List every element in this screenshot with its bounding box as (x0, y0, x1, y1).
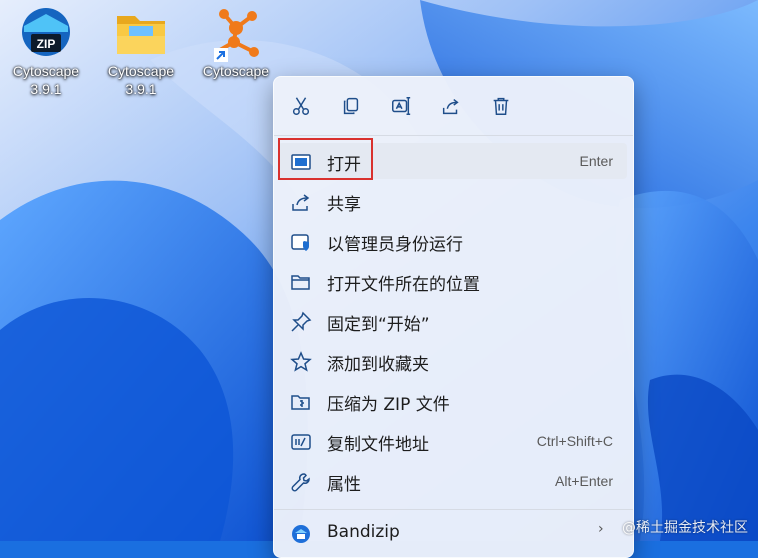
zip-badge-text: ZIP (37, 37, 56, 51)
submenu-chevron-icon: › (598, 521, 604, 537)
rename-button[interactable] (388, 93, 414, 119)
share-icon (442, 98, 459, 115)
menu-item-compress-zip[interactable]: 压缩为 ZIP 文件 (278, 383, 627, 419)
menu-item-shortcut: Ctrl+Shift+C (536, 433, 613, 449)
desktop-icon-label-version: 3.9.1 (125, 81, 157, 97)
zip-folder-icon (290, 391, 312, 413)
delete-button[interactable] (488, 93, 514, 119)
menu-item-label: 压缩为 ZIP 文件 (327, 395, 450, 415)
desktop-icon-cytoscape-zip[interactable]: ZIP Cytoscape 3.9.1 (4, 0, 88, 98)
copy-icon (343, 97, 359, 115)
wrench-icon (290, 471, 312, 493)
menu-divider (274, 509, 633, 510)
desktop-icon-label-name: Cytoscape (12, 63, 80, 79)
desktop-icon-label-name: Cytoscape (202, 63, 270, 79)
desktop-icon-cytoscape-folder[interactable]: Cytoscape 3.9.1 (99, 0, 183, 98)
copy-button[interactable] (338, 93, 364, 119)
menu-item-run-as-admin[interactable]: 以管理员身份运行 (278, 223, 627, 259)
watermark-text: @稀土掘金技术社区 (622, 520, 748, 536)
menu-item-add-to-favorites[interactable]: 添加到收藏夹 (278, 343, 627, 379)
desktop-icon-label-name: Cytoscape (107, 63, 175, 79)
delete-icon (493, 97, 509, 115)
share-icon (290, 191, 312, 213)
annotation-highlight-box (278, 138, 373, 180)
menu-item-pin-to-start[interactable]: 固定到“开始” (278, 303, 627, 339)
menu-item-label: Bandizip (327, 522, 400, 542)
menu-item-properties[interactable]: 属性 Alt+Enter (278, 463, 627, 499)
menu-item-label: 添加到收藏夹 (327, 355, 429, 375)
menu-item-label: 复制文件地址 (327, 435, 429, 455)
folder-outline-icon (290, 271, 312, 293)
pin-icon (290, 311, 312, 333)
menu-item-open-file-location[interactable]: 打开文件所在的位置 (278, 263, 627, 299)
zip-archive-icon: ZIP (18, 6, 74, 62)
menu-item-shortcut: Alt+Enter (555, 473, 613, 489)
star-icon (290, 351, 312, 373)
menu-item-label: 打开文件所在的位置 (327, 275, 480, 295)
cut-button[interactable] (288, 93, 314, 119)
menu-item-label: 共享 (327, 195, 361, 215)
menu-item-share[interactable]: 共享 (278, 183, 627, 219)
menu-item-label: 以管理员身份运行 (327, 235, 463, 255)
menu-item-shortcut: Enter (579, 153, 613, 169)
admin-shield-icon (290, 231, 312, 253)
desktop-icon-label: Cytoscape 3.9.1 (99, 62, 183, 98)
desktop-icon-label: Cytoscape 3.9.1 (4, 62, 88, 98)
menu-item-label: 固定到“开始” (327, 315, 430, 335)
copy-path-icon (290, 431, 312, 453)
desktop-icon-label-version: 3.9.1 (30, 81, 62, 97)
bandizip-icon (290, 523, 312, 545)
cut-icon (292, 97, 310, 115)
menu-item-bandizip[interactable]: Bandizip (278, 515, 627, 551)
menu-divider (274, 135, 633, 136)
folder-icon (113, 6, 169, 62)
desktop-icon-label: Cytoscape (194, 62, 278, 80)
cytoscape-shortcut-icon (208, 6, 264, 62)
quick-actions-bar (274, 77, 633, 135)
share-button[interactable] (438, 93, 464, 119)
desktop-icon-cytoscape-shortcut[interactable]: Cytoscape (194, 0, 278, 80)
menu-item-label: 属性 (327, 475, 361, 495)
menu-item-copy-path[interactable]: 复制文件地址 Ctrl+Shift+C (278, 423, 627, 459)
rename-icon (392, 97, 411, 115)
